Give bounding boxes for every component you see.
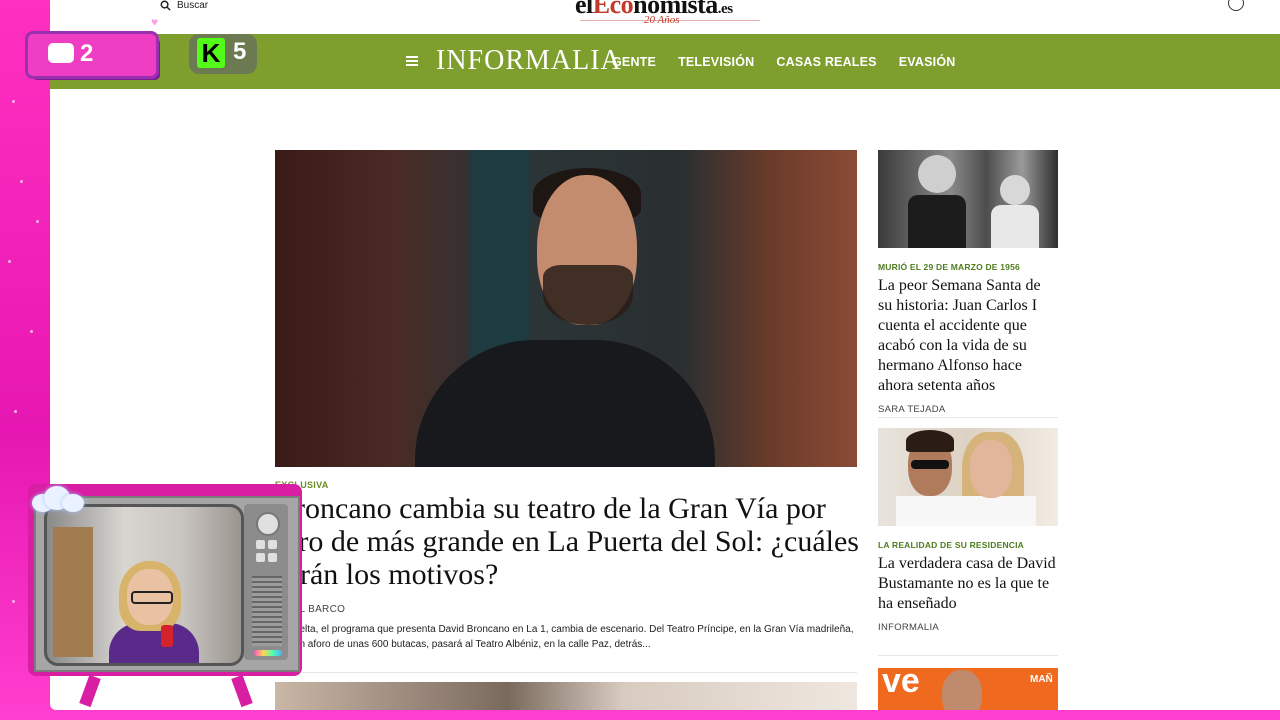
main-article-image[interactable] <box>275 150 857 467</box>
tv-dial-icon <box>256 512 280 536</box>
kick-count: 5 <box>233 38 247 65</box>
tv-rainbow-decoration <box>254 650 282 656</box>
tv-speaker-grille <box>252 576 282 646</box>
thumb-text-ve: ve <box>882 668 920 700</box>
menu-icon[interactable] <box>406 56 418 66</box>
sidebar-article-1-title[interactable]: La peor Semana Santa de su historia: Jua… <box>878 276 1058 396</box>
nav-link-gente[interactable]: GENTE <box>612 55 656 69</box>
site-top-bar: Buscar elEconomista.es 20 Años <box>50 0 1280 34</box>
sidebar-article-2-author: INFORMALIA <box>878 622 940 633</box>
divider <box>878 417 1058 418</box>
search-label: Buscar <box>177 0 209 11</box>
heart-icon: ♥ <box>151 15 159 29</box>
user-account-icon[interactable] <box>1228 0 1244 11</box>
tv-knob-icon <box>256 553 265 562</box>
cloud-decoration <box>30 484 84 514</box>
tv-knob-icon <box>268 553 277 562</box>
nav-link-television[interactable]: TELEVISIÓN <box>678 55 754 69</box>
nav-link-evasion[interactable]: EVASIÓN <box>899 55 956 69</box>
sidebar-article-1-author: SARA TEJADA <box>878 404 946 415</box>
main-article-headline[interactable]: Broncano cambia su teatro de la Gran Vía… <box>275 492 865 591</box>
webcam-feed <box>44 504 244 666</box>
second-article-image[interactable] <box>275 682 857 710</box>
sidebar-article-3[interactable]: ve MAÑ <box>878 668 1058 710</box>
divider <box>275 672 857 673</box>
kick-counter-badge: K 5 <box>189 34 257 74</box>
tv-knob-icon <box>256 540 265 549</box>
sidebar-article-1-image[interactable] <box>878 150 1058 248</box>
tv-knob-icon <box>268 540 277 549</box>
nav-link-casas-reales[interactable]: CASAS REALES <box>776 55 876 69</box>
sidebar-article-3-image[interactable]: ve MAÑ <box>878 668 1058 710</box>
sidebar-article-2[interactable]: LA REALIDAD DE SU RESIDENCIA La verdader… <box>878 428 1058 633</box>
sidebar-article-2-kicker: LA REALIDAD DE SU RESIDENCIA <box>878 540 1025 550</box>
sidebar-article-1[interactable]: MURIÓ EL 29 DE MARZO DE 1956 La peor Sem… <box>878 150 1058 415</box>
logo-anniversary: 20 Años <box>644 14 680 26</box>
search-icon <box>160 0 171 11</box>
sidebar-article-2-image[interactable] <box>878 428 1058 526</box>
logo-text-es: .es <box>717 1 733 17</box>
divider <box>878 655 1058 656</box>
search-button[interactable]: Buscar <box>160 0 209 11</box>
logo-text-eco: Eco <box>592 0 634 19</box>
logo-text-el: el <box>575 0 593 19</box>
chat-bubble-icon <box>48 43 74 63</box>
sidebar-article-1-kicker: MURIÓ EL 29 DE MARZO DE 1956 <box>878 262 1020 272</box>
nav-links: GENTE TELEVISIÓN CASAS REALES EVASIÓN <box>612 55 955 69</box>
chat-counter-badge: 2 <box>28 34 156 76</box>
sidebar-article-2-title[interactable]: La verdadera casa de David Bustamante no… <box>878 554 1058 614</box>
main-article-summary: La vuelta, el programa que presenta Davi… <box>275 624 854 650</box>
kick-logo-icon: K <box>197 38 225 68</box>
informalia-brand[interactable]: INFORMALIA <box>436 45 622 77</box>
chat-count: 2 <box>80 40 94 67</box>
thumb-text-manana: MAÑ <box>1030 674 1053 685</box>
